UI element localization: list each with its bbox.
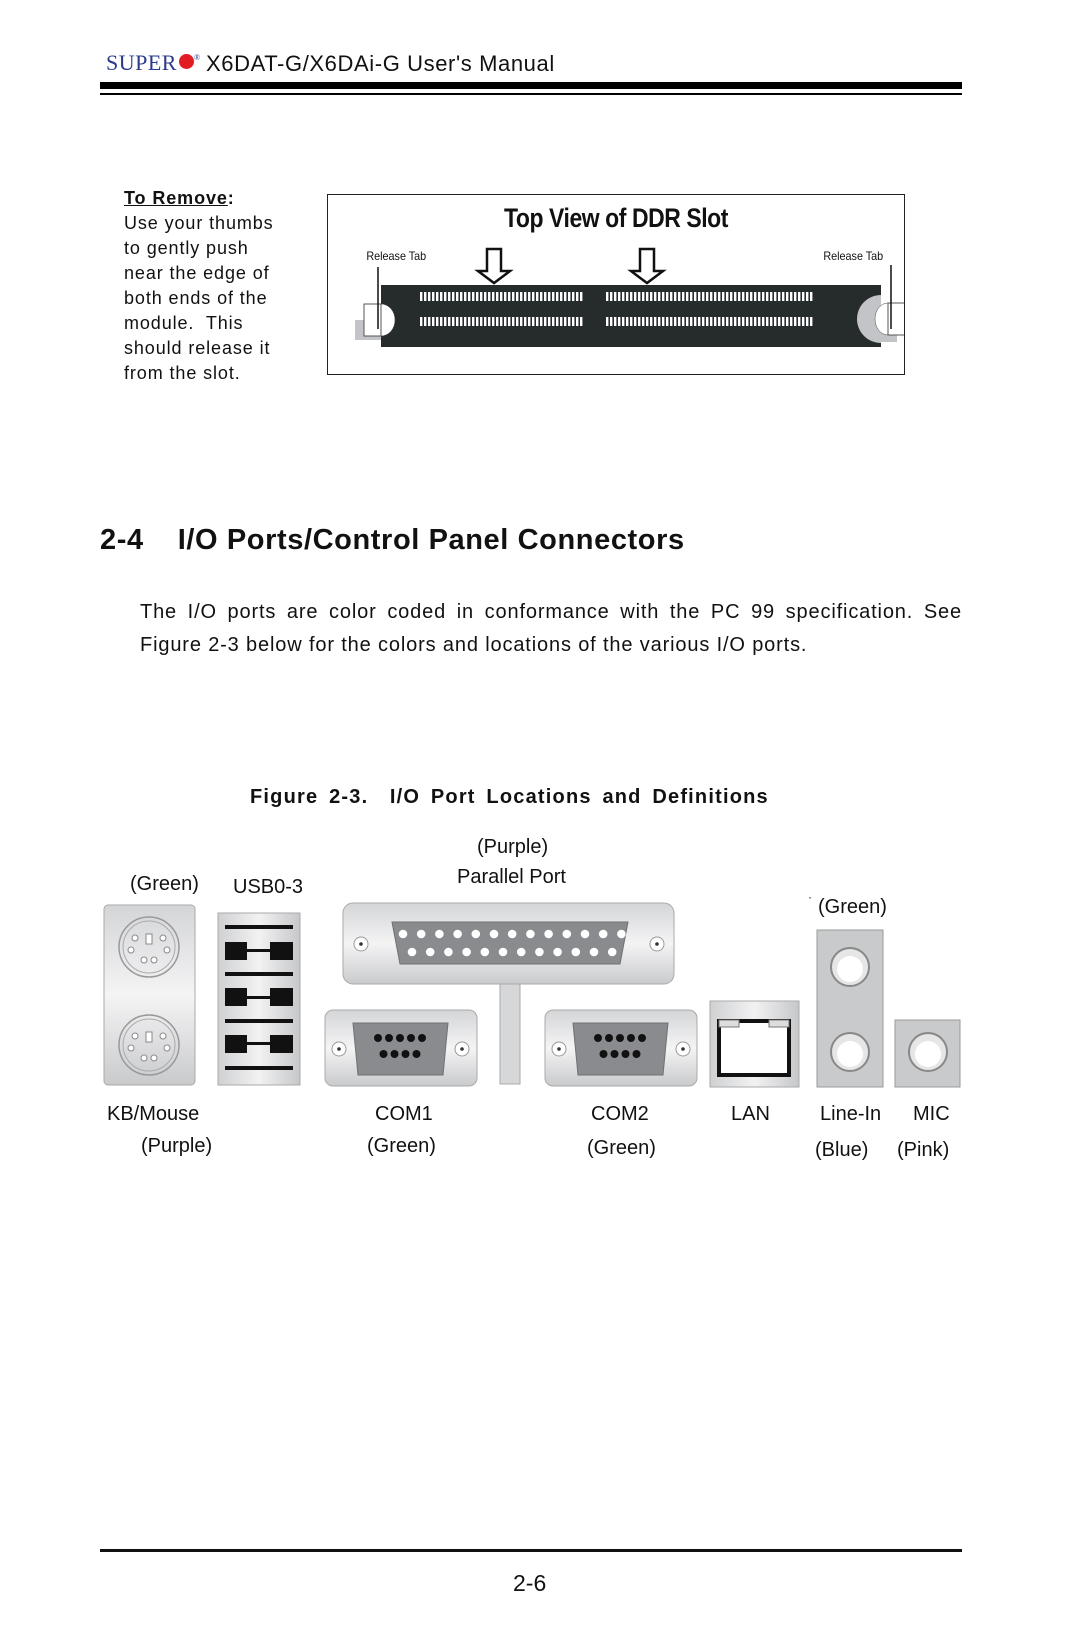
serial-pin [610,1050,619,1058]
serial-pin [605,1034,613,1042]
com2-port [544,1009,698,1087]
screw-icon [353,936,369,952]
serial-pin [374,1034,382,1042]
serial-pin [385,1034,393,1042]
parallel-pin [526,929,535,939]
parallel-pin [453,929,462,939]
parallel-pin [598,929,608,939]
parallel-pin [398,929,408,939]
parallel-pin [480,947,490,957]
screw-icon [454,1041,470,1057]
parallel-pin [462,947,471,957]
mic-port [894,1019,961,1088]
parallel-pin [544,929,553,939]
screw-icon [675,1041,691,1057]
parallel-pin [444,947,453,957]
serial-pin [621,1050,630,1058]
screw-icon [551,1041,567,1057]
serial-pin [418,1034,426,1042]
parallel-pin [571,947,581,957]
parallel-pin [489,929,499,939]
lan-port [709,1000,800,1088]
serial-pin [594,1034,602,1042]
footer-rule [100,1549,962,1552]
serial-pin [401,1050,410,1058]
parallel-pin [407,947,417,957]
page-number: 2-6 [513,1570,547,1596]
parallel-pin [535,947,544,957]
parallel-pin [435,929,444,939]
serial-pin [396,1034,404,1042]
parallel-pin [516,947,526,957]
audio-jack-icon [830,947,870,987]
ps2-kb-mouse-port [103,904,196,1086]
audio-jack-icon [830,1032,870,1072]
parallel-pin [580,929,590,939]
parallel-pin [607,947,617,957]
audio-lineout-linein-ports [816,929,884,1088]
parallel-pin [507,929,517,939]
screw-icon [649,936,665,952]
serial-pin [379,1050,388,1058]
parallel-pin [562,929,572,939]
serial-pin [616,1034,624,1042]
com1-port [324,1009,478,1087]
parallel-pin [553,947,562,957]
screw-icon [331,1041,347,1057]
parallel-pin [589,947,599,957]
audio-jack-icon [908,1032,948,1072]
serial-pin [390,1050,399,1058]
io-ports-diagram [103,902,961,1088]
serial-pin [627,1034,635,1042]
parallel-pin [617,929,626,939]
parallel-pin [416,929,426,939]
parallel-pin [471,929,481,939]
parallel-pin [425,947,435,957]
parallel-pin [498,947,508,957]
serial-pin [638,1034,646,1042]
usb-ports [217,912,301,1086]
serial-pin [407,1034,415,1042]
serial-pin [412,1050,421,1058]
serial-pin [632,1050,641,1058]
serial-pin [599,1050,608,1058]
